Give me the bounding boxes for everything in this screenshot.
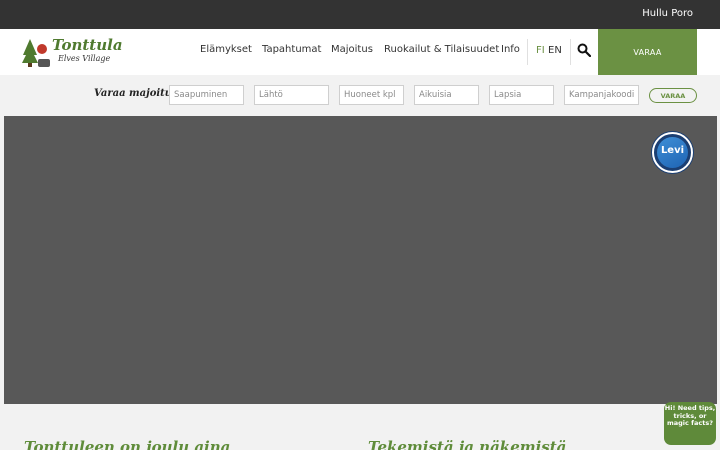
children-field[interactable]: Lapsia bbox=[489, 85, 554, 105]
lang-divider bbox=[527, 39, 528, 65]
tree-logo-icon bbox=[22, 39, 50, 67]
levi-badge-text: Levi bbox=[660, 145, 685, 156]
booking-submit-button[interactable]: VARAA bbox=[649, 88, 697, 103]
nav-majoitus[interactable]: Majoitus bbox=[331, 44, 373, 55]
lang-en[interactable]: EN bbox=[548, 45, 562, 56]
logo-wordmark: Tonttula bbox=[52, 36, 123, 54]
hullu-poro-link[interactable]: Hullu Poro bbox=[642, 8, 693, 19]
departure-field[interactable]: Lähtö bbox=[254, 85, 329, 105]
nav-elamykset[interactable]: Elämykset bbox=[200, 44, 252, 55]
booking-bar: Varaa majoitus Saapuminen Lähtö Huoneet … bbox=[0, 75, 720, 115]
nav-tapahtumat[interactable]: Tapahtumat bbox=[262, 44, 321, 55]
nav-ruokailut[interactable]: Ruokailut & Tilaisuudet bbox=[384, 44, 499, 55]
hero-image bbox=[4, 116, 717, 404]
logo-subtitle: Elves Village bbox=[58, 54, 111, 63]
search-divider bbox=[570, 39, 571, 65]
section-title-left: Tonttuleen on joulu aina bbox=[24, 438, 231, 450]
section-title-right: Tekemistä ja näkemistä bbox=[368, 438, 567, 450]
search-icon[interactable] bbox=[577, 43, 591, 57]
campaign-code-field[interactable]: Kampanjakoodi bbox=[564, 85, 639, 105]
adults-field[interactable]: Aikuisia bbox=[414, 85, 479, 105]
levi-badge[interactable]: Levi bbox=[652, 132, 693, 173]
rooms-field[interactable]: Huoneet kpl bbox=[339, 85, 404, 105]
booking-title: Varaa majoitus bbox=[94, 88, 178, 99]
lang-fi[interactable]: FI bbox=[536, 45, 545, 56]
book-button[interactable]: VARAA bbox=[598, 29, 697, 75]
chat-widget-button[interactable]: Hi! Need tips, tricks, or magic facts? bbox=[664, 402, 716, 445]
arrival-field[interactable]: Saapuminen bbox=[169, 85, 244, 105]
top-bar: Hullu Poro bbox=[0, 0, 720, 29]
logo[interactable]: Tonttula Elves Village bbox=[22, 35, 123, 69]
nav-info[interactable]: Info bbox=[501, 44, 520, 55]
